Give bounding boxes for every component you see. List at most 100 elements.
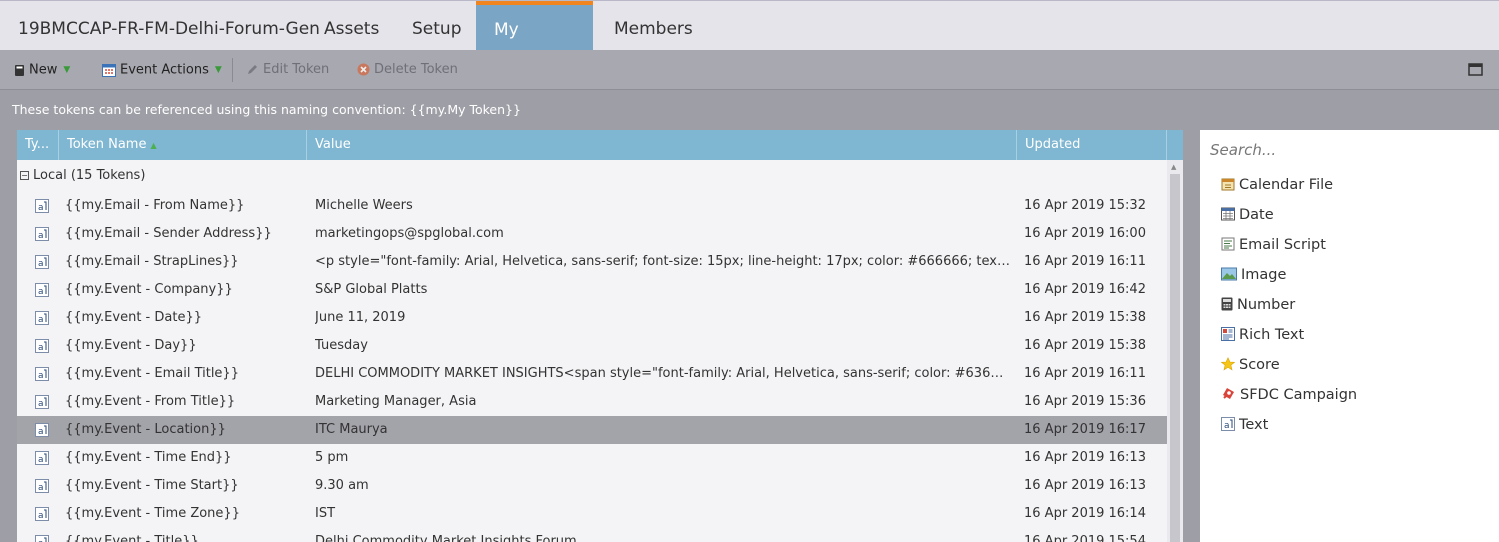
scroll-up-icon[interactable]: ▲ <box>1171 163 1176 171</box>
token-type-star[interactable]: Score <box>1220 350 1280 380</box>
delete-token-button[interactable]: Delete Token <box>357 50 458 90</box>
token-type-image[interactable]: Image <box>1221 260 1286 290</box>
delete-token-label: Delete Token <box>374 62 458 77</box>
token-updated-cell: 16 Apr 2019 15:54 <box>1024 534 1146 542</box>
tab-setup[interactable]: Setup <box>394 1 479 51</box>
calendar-icon <box>102 64 116 77</box>
table-row[interactable]: a {{my.Event - Company}} S&P Global Platts… <box>17 276 1167 304</box>
tab-program[interactable]: 19BMCCAP-FR-FM-Delhi-Forum-Gen <box>0 1 338 51</box>
text-token-icon: a <box>35 479 49 493</box>
date-icon <box>1221 207 1239 223</box>
token-type-date[interactable]: Date <box>1221 200 1274 230</box>
token-name-cell: {{my.Email - From Name}} <box>65 198 245 213</box>
text-token-icon: a <box>35 283 49 297</box>
token-type-rich-text[interactable]: Rich Text <box>1221 320 1304 350</box>
token-type-calendar-file[interactable]: Calendar File <box>1221 170 1333 200</box>
token-grid: Ty... Token Name ▲ Value Updated − Local (… <box>17 130 1183 542</box>
token-updated-cell: 16 Apr 2019 16:13 <box>1024 450 1146 465</box>
new-button[interactable]: New ▼ <box>14 50 70 90</box>
table-row[interactable]: a {{my.Event - Date}} June 11, 2019 16 Apr … <box>17 304 1167 332</box>
column-value[interactable]: Value <box>307 130 1017 160</box>
table-row[interactable]: a {{my.Event - Location}} ITC Maurya 16 Apr… <box>17 416 1167 444</box>
token-type-label: Number <box>1237 297 1296 313</box>
table-row[interactable]: a {{my.Email - StrapLines}} <p style="font… <box>17 248 1167 276</box>
token-types-panel: Calendar File Date Email Script Image Number… <box>1200 130 1499 542</box>
table-row[interactable]: a {{my.Event - Email Title}} DELHI COMMODI… <box>17 360 1167 388</box>
table-row[interactable]: a {{my.Event - Time End}} 5 pm 16 Apr 2019 … <box>17 444 1167 472</box>
text-token-icon: a <box>35 311 49 325</box>
table-row[interactable]: a {{my.Event - From Title}} Marketing Mana… <box>17 388 1167 416</box>
top-tab-bar: 19BMCCAP-FR-FM-Delhi-Forum-Gen Assets Se… <box>0 0 1499 90</box>
svg-text:a: a <box>38 231 44 241</box>
token-name-cell: {{my.Email - Sender Address}} <box>65 226 272 241</box>
event-actions-label: Event Actions <box>120 62 209 78</box>
text-token-icon: a <box>35 367 49 381</box>
search-box <box>1200 130 1499 170</box>
column-token-name[interactable]: Token Name ▲ <box>59 130 307 160</box>
token-name-cell: {{my.Email - StrapLines}} <box>65 254 239 269</box>
svg-text:a: a <box>38 287 44 297</box>
new-document-icon <box>15 64 24 76</box>
svg-text:a: a <box>1224 421 1230 431</box>
rich-text-icon <box>1221 327 1239 343</box>
token-name-cell: {{my.Event - Time End}} <box>65 450 232 465</box>
token-value-cell: IST <box>315 506 336 521</box>
token-updated-cell: 16 Apr 2019 16:00 <box>1024 226 1146 241</box>
token-name-cell: {{my.Event - Title}} <box>65 534 199 542</box>
calendar-file-icon <box>1221 177 1239 193</box>
table-row[interactable]: a {{my.Event - Time Start}} 9.30 am 16 Apr … <box>17 472 1167 500</box>
table-row[interactable]: a {{my.Event - Time Zone}} IST 16 Apr 2019 … <box>17 500 1167 528</box>
token-value-cell: <p style="font-family: Arial, Helvetica,… <box>315 254 1010 269</box>
token-name-cell: {{my.Event - Day}} <box>65 338 197 353</box>
tab-assets[interactable]: Assets <box>306 1 397 51</box>
token-type-number[interactable]: Number <box>1221 290 1295 320</box>
token-value-cell: S&P Global Platts <box>315 282 428 297</box>
text-icon: a <box>1221 417 1239 433</box>
token-type-label: Image <box>1241 267 1287 283</box>
text-token-icon: a <box>35 339 49 353</box>
token-updated-cell: 16 Apr 2019 16:13 <box>1024 478 1146 493</box>
toolbar: New ▼ Event Actions ▼ Edit Token Delete To… <box>0 50 1499 90</box>
chevron-down-icon: ▼ <box>63 65 71 75</box>
table-row[interactable]: a {{my.Email - Sender Address}} marketingo… <box>17 220 1167 248</box>
tab-members[interactable]: Members <box>596 1 711 51</box>
token-name-cell: {{my.Event - Company}} <box>65 282 233 297</box>
collapse-icon[interactable]: − <box>20 171 29 180</box>
token-updated-cell: 16 Apr 2019 16:11 <box>1024 254 1146 269</box>
svg-text:a: a <box>38 483 44 493</box>
token-value-cell: 5 pm <box>315 450 349 465</box>
table-row[interactable]: a {{my.Event - Title}} Delhi Commodity Mar… <box>17 528 1167 542</box>
token-value-cell: June 11, 2019 <box>315 310 406 325</box>
svg-text:a: a <box>38 343 44 353</box>
column-updated[interactable]: Updated <box>1017 130 1167 160</box>
toolbar-divider <box>232 58 233 82</box>
column-type[interactable]: Ty... <box>17 130 59 160</box>
token-value-cell: Tuesday <box>315 338 368 353</box>
search-input[interactable] <box>1200 130 1499 170</box>
group-local[interactable]: − Local (15 Tokens) <box>17 162 145 190</box>
svg-text:a: a <box>38 371 44 381</box>
table-row[interactable]: a {{my.Event - Day}} Tuesday 16 Apr 2019 15… <box>17 332 1167 360</box>
edit-token-button[interactable]: Edit Token <box>246 50 329 90</box>
event-actions-button[interactable]: Event Actions ▼ <box>102 50 222 90</box>
text-token-icon: a <box>35 395 49 409</box>
grid-header: Ty... Token Name ▲ Value Updated <box>17 130 1183 160</box>
scrollbar-thumb[interactable] <box>1170 174 1180 542</box>
token-type-label: Email Script <box>1239 237 1326 253</box>
vertical-scrollbar[interactable]: ▲ <box>1167 160 1183 542</box>
token-updated-cell: 16 Apr 2019 16:11 <box>1024 366 1146 381</box>
token-value-cell: 9.30 am <box>315 478 369 493</box>
new-button-label: New <box>29 62 58 78</box>
token-updated-cell: 16 Apr 2019 15:38 <box>1024 338 1146 353</box>
token-name-cell: {{my.Event - Location}} <box>65 422 226 437</box>
token-updated-cell: 16 Apr 2019 16:14 <box>1024 506 1146 521</box>
tab-my-tokens[interactable]: My Tokens <box>476 1 593 90</box>
token-value-cell: Marketing Manager, Asia <box>315 394 477 409</box>
maximize-icon[interactable] <box>1468 63 1483 77</box>
token-value-cell: DELHI COMMODITY MARKET INSIGHTS<span sty… <box>315 366 1010 381</box>
token-type-text[interactable]: a Text <box>1221 410 1268 440</box>
token-name-cell: {{my.Event - Time Start}} <box>65 478 239 493</box>
token-type-email-script[interactable]: Email Script <box>1221 230 1326 260</box>
table-row[interactable]: a {{my.Email - From Name}} Michelle Weers 1… <box>17 192 1167 220</box>
token-type-sfdc-campaign[interactable]: SFDC Campaign <box>1221 380 1357 410</box>
